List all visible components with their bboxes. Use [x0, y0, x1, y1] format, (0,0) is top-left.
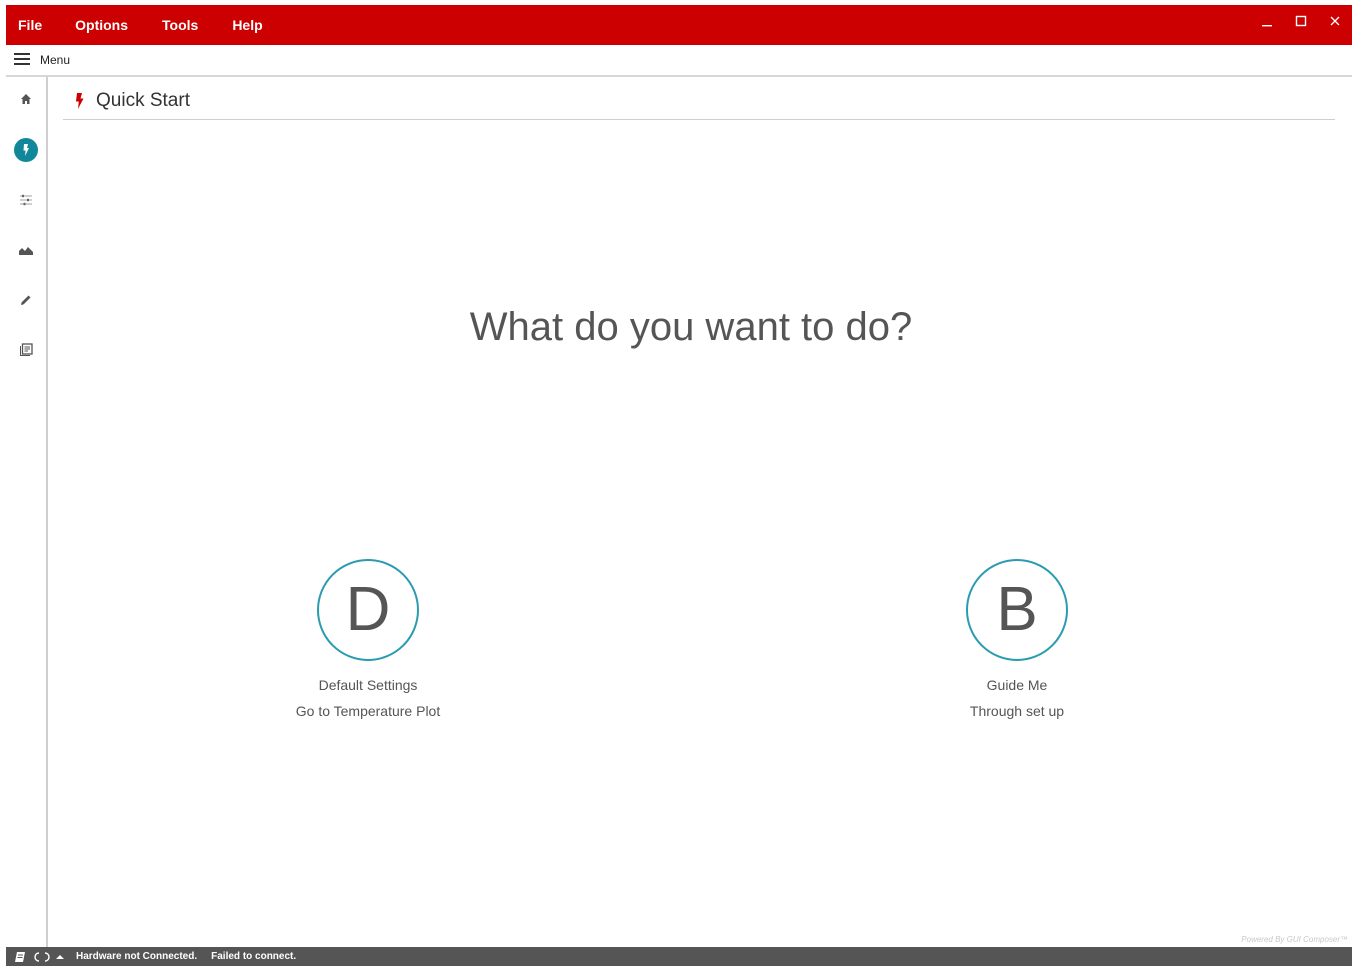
- option-default-settings-subtitle: Go to Temperature Plot: [295, 703, 441, 719]
- option-guide-me-title: Guide Me: [986, 677, 1048, 693]
- option-guide-me-circle[interactable]: B: [966, 559, 1068, 661]
- menu-help[interactable]: Help: [220, 5, 274, 45]
- sidebar-item-quick-start[interactable]: [6, 135, 46, 165]
- option-default-settings[interactable]: D Default Settings Go to Temperature Plo…: [258, 559, 478, 719]
- chevron-up-icon[interactable]: [53, 947, 67, 966]
- close-icon[interactable]: [1318, 5, 1352, 37]
- hamburger-icon[interactable]: [14, 53, 36, 67]
- sidebar-item-plot[interactable]: [6, 235, 46, 265]
- sidebar-active-indicator: [14, 138, 38, 162]
- sidebar-item-home[interactable]: [6, 84, 46, 114]
- menu-file[interactable]: File: [6, 5, 54, 45]
- main-question: What do you want to do?: [469, 305, 913, 349]
- powered-by-label: Powered By GUI Composer™: [1241, 935, 1348, 944]
- menu-bar: File Options Tools Help: [6, 5, 275, 45]
- status-connection-text: Hardware not Connected.: [76, 951, 198, 962]
- lightning-icon: [23, 144, 29, 156]
- menu-toggle-row: Menu: [6, 45, 1352, 77]
- option-default-settings-title: Default Settings: [318, 677, 418, 693]
- sidebar-item-settings[interactable]: [6, 185, 46, 215]
- sidebar-item-docs[interactable]: [6, 335, 46, 365]
- option-default-settings-circle[interactable]: D: [317, 559, 419, 661]
- window-controls: [1250, 5, 1352, 45]
- page-header: Quick Start: [63, 83, 1335, 120]
- area-chart-icon: [19, 247, 33, 255]
- option-guide-me[interactable]: B Guide Me Through set up: [907, 559, 1127, 719]
- sidebar: [6, 77, 48, 947]
- status-detail-text: Failed to connect.: [211, 951, 297, 962]
- lightning-icon: [76, 93, 84, 109]
- sidebar-item-edit[interactable]: [6, 285, 46, 315]
- title-bar: File Options Tools Help: [6, 5, 1352, 45]
- status-bar: Hardware not Connected. Failed to connec…: [6, 947, 1352, 966]
- menu-options[interactable]: Options: [63, 5, 140, 45]
- library-books-icon: [20, 343, 33, 356]
- option-guide-me-subtitle: Through set up: [969, 703, 1065, 719]
- pencil-icon: [21, 295, 31, 305]
- home-icon: [21, 94, 31, 104]
- notebook-icon[interactable]: [9, 947, 31, 966]
- minimize-icon[interactable]: [1250, 5, 1284, 37]
- menu-tools[interactable]: Tools: [150, 5, 210, 45]
- page-title: Quick Start: [96, 90, 190, 111]
- maximize-icon[interactable]: [1284, 5, 1318, 37]
- sliders-icon: [20, 194, 32, 206]
- connection-icon[interactable]: [31, 947, 53, 966]
- menu-toggle-label[interactable]: Menu: [40, 53, 70, 67]
